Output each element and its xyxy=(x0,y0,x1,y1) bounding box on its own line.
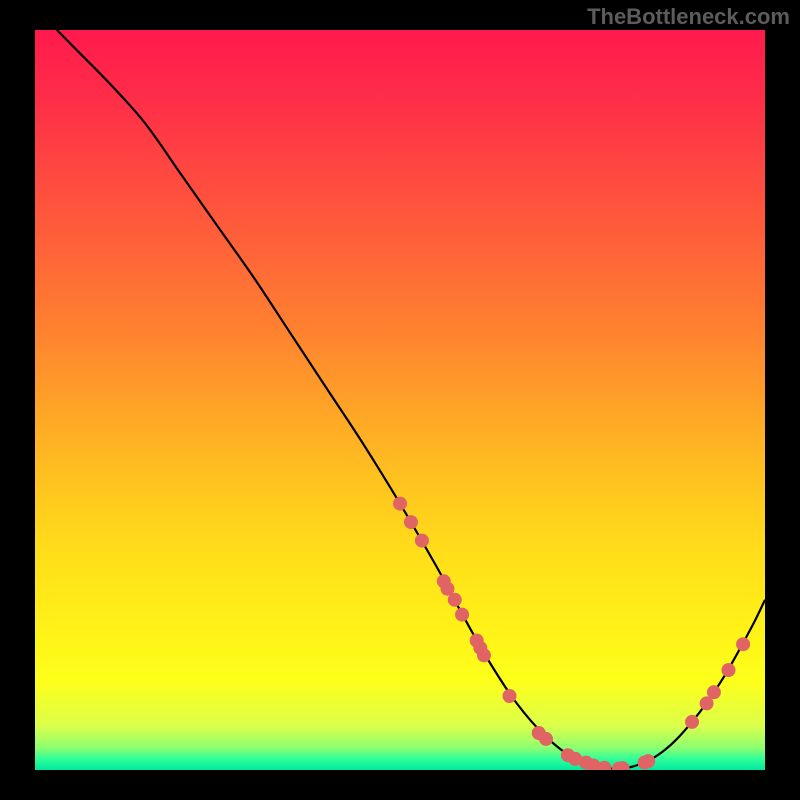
scatter-point xyxy=(736,637,750,651)
scatter-point xyxy=(685,715,699,729)
scatter-point xyxy=(597,761,611,775)
scatter-point xyxy=(448,593,462,607)
scatter-point xyxy=(722,663,736,677)
chart-container: TheBottleneck.com xyxy=(0,0,800,800)
scatter-point xyxy=(404,515,418,529)
plot-background xyxy=(35,30,765,770)
scatter-point xyxy=(616,761,630,775)
scatter-point xyxy=(477,648,491,662)
scatter-point xyxy=(503,689,517,703)
scatter-point xyxy=(641,754,655,768)
chart-svg xyxy=(0,0,800,800)
scatter-point xyxy=(455,608,469,622)
watermark-text: TheBottleneck.com xyxy=(587,4,790,30)
scatter-point xyxy=(539,732,553,746)
scatter-point xyxy=(415,534,429,548)
scatter-point xyxy=(707,685,721,699)
scatter-point xyxy=(393,497,407,511)
